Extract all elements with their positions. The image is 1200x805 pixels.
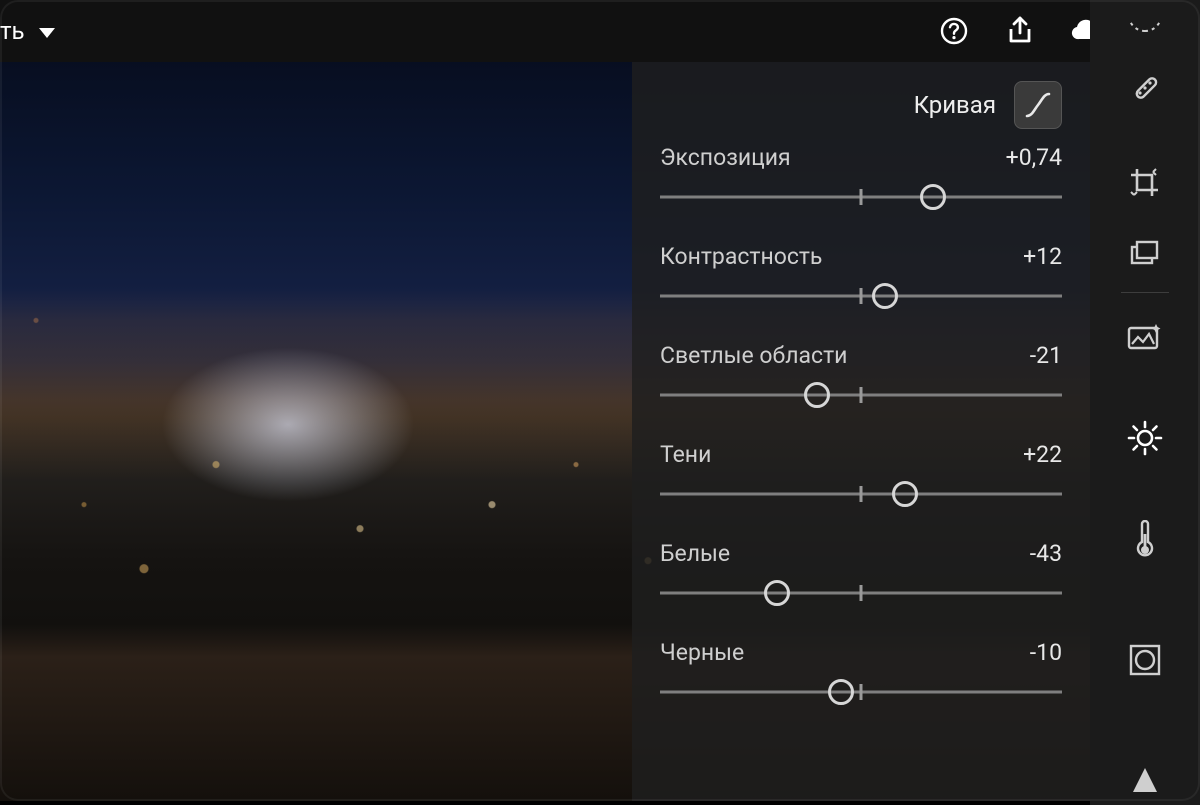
document-title-dropdown[interactable]: ть: [0, 17, 55, 45]
slider-Экспозиция: Экспозиция +0,74: [660, 144, 1062, 213]
edit-panel: Кривая Экспозиция +0,74 Контрастность +12 Св…: [632, 62, 1090, 801]
sliders-container: Экспозиция +0,74 Контрастность +12 Светлые о…: [660, 144, 1062, 708]
healing-brush-icon: [1128, 71, 1162, 105]
auto-enhance-tool[interactable]: [1090, 311, 1200, 361]
color-wheel-tool[interactable]: [1090, 4, 1200, 40]
slider-Черные: Черные -10: [660, 639, 1062, 708]
share-button[interactable]: [990, 0, 1050, 62]
slider-track[interactable]: [660, 181, 1062, 213]
slider-track[interactable]: [660, 577, 1062, 609]
slider-value: -21: [1030, 342, 1062, 369]
help-button[interactable]: [924, 0, 984, 62]
slider-value: -43: [1030, 540, 1062, 567]
share-icon: [1005, 15, 1035, 47]
slider-Тени: Тени +22: [660, 441, 1062, 510]
slider-Контрастность: Контрастность +12: [660, 243, 1062, 312]
crop-icon: [1128, 166, 1162, 200]
color-temp-tool[interactable]: [1090, 515, 1200, 565]
slider-thumb[interactable]: [764, 580, 790, 606]
sharpen-tool[interactable]: [1090, 755, 1200, 805]
slider-thumb[interactable]: [828, 679, 854, 705]
vignette-icon: [1127, 642, 1163, 678]
crop-tool[interactable]: [1090, 161, 1200, 204]
color-temp-icon: [1133, 520, 1157, 560]
slider-value: -10: [1030, 639, 1062, 666]
sharpen-icon: [1130, 765, 1160, 795]
slider-label: Тени: [660, 441, 711, 468]
presets-tool[interactable]: [1090, 231, 1200, 274]
slider-track[interactable]: [660, 280, 1062, 312]
slider-label: Экспозиция: [660, 144, 791, 171]
document-title-text: ть: [0, 17, 25, 45]
slider-label: Белые: [660, 540, 730, 567]
healing-brush-tool[interactable]: [1090, 67, 1200, 110]
slider-track[interactable]: [660, 379, 1062, 411]
slider-Белые: Белые -43: [660, 540, 1062, 609]
slider-track[interactable]: [660, 676, 1062, 708]
light-icon: [1126, 419, 1164, 457]
slider-value: +0,74: [1006, 144, 1062, 171]
slider-thumb[interactable]: [892, 481, 918, 507]
help-icon: [939, 16, 969, 46]
light-tool[interactable]: [1090, 413, 1200, 463]
slider-value: +22: [1023, 441, 1062, 468]
slider-thumb[interactable]: [804, 382, 830, 408]
slider-label: Светлые области: [660, 342, 847, 369]
vignette-tool[interactable]: [1090, 635, 1200, 685]
presets-icon: [1128, 237, 1162, 269]
curve-label: Кривая: [914, 91, 996, 119]
color-wheel-icon: [1127, 11, 1163, 33]
curve-section-header: Кривая: [660, 80, 1062, 130]
slider-label: Контрастность: [660, 243, 822, 270]
slider-Светлые области: Светлые области -21: [660, 342, 1062, 411]
curve-icon: [1023, 90, 1053, 120]
chevron-down-icon: [39, 28, 55, 38]
slider-thumb[interactable]: [872, 283, 898, 309]
tone-curve-button[interactable]: [1014, 81, 1062, 129]
tool-divider: [1121, 292, 1169, 293]
slider-thumb[interactable]: [920, 184, 946, 210]
slider-track[interactable]: [660, 478, 1062, 510]
slider-value: +12: [1023, 243, 1062, 270]
slider-label: Черные: [660, 639, 744, 666]
auto-enhance-icon: [1126, 320, 1164, 352]
tool-strip: [1090, 0, 1200, 805]
top-bar: ть: [0, 0, 1200, 62]
